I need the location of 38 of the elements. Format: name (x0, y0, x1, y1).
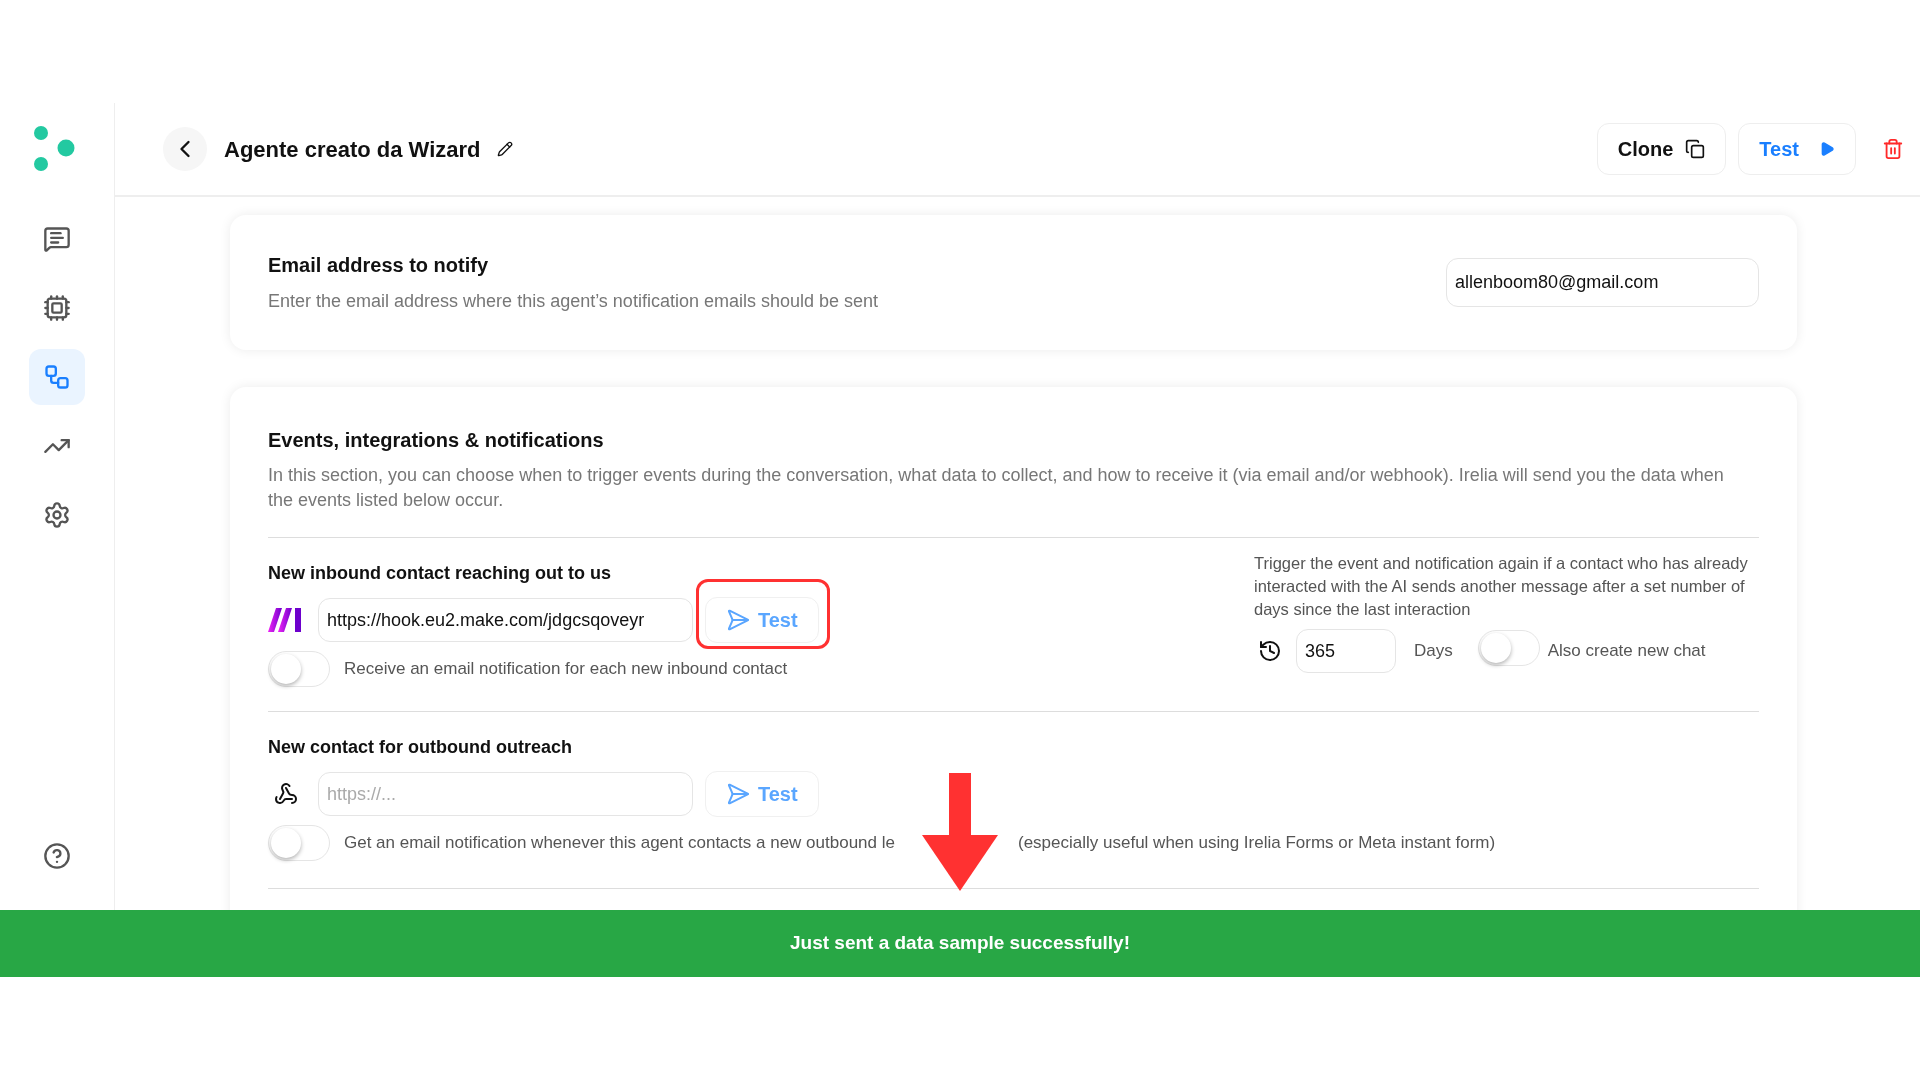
play-icon (1819, 141, 1835, 157)
toggle-label: Also create new chat (1547, 640, 1706, 663)
webhook-icon (274, 782, 298, 806)
make-logo-icon (268, 608, 302, 632)
card-description: In this section, you can choose when to trigger events during the conversation, what data to collect, and how to receive it (via email and/or webhook). Irelia will send you the data when the events listed below occur. (268, 464, 1725, 512)
retrigger-description: Trigger the event and notification again if a contact who has already interacted with the AI sends another message after a set number of days since the last interaction (1254, 553, 1749, 620)
toggle-label: Get an email notification whenever this agent contacts a new outbound le (344, 833, 895, 853)
clock-plus-icon (1258, 639, 1282, 663)
page-title: Agente creato da Wizard (224, 135, 481, 164)
flow-icon (43, 363, 71, 391)
chat-icon (43, 225, 71, 253)
sidebar-item[interactable] (29, 349, 85, 405)
delete-icon[interactable] (1882, 138, 1904, 160)
success-toast: Just sent a data sample successfully! (0, 910, 1920, 977)
clone-button[interactable]: Clone (1596, 123, 1727, 175)
card-description: Enter the email address where this agent’s notification emails should be sent (268, 290, 879, 313)
copy-icon (1685, 139, 1706, 159)
webhook-url-field[interactable]: https://... (318, 772, 693, 816)
test-button[interactable]: Test (1738, 123, 1856, 175)
down-arrow-icon (922, 773, 998, 891)
toggle-switch[interactable] (268, 651, 330, 687)
settings-icon (43, 501, 71, 529)
back-button[interactable] (163, 127, 207, 171)
webhook-url-field[interactable]: https://hook.eu2.make.com/jdgcsqoveyr (318, 598, 693, 642)
card-title: Email address to notify (268, 253, 490, 278)
toggle-switch[interactable] (268, 825, 330, 861)
edit-icon[interactable] (496, 141, 513, 157)
days-field[interactable]: 365 (1296, 629, 1396, 673)
section-title: New contact for outbound outreach (268, 736, 573, 759)
help-icon[interactable] (43, 842, 71, 870)
email-field[interactable]: allenboom80@gmail.com (1446, 258, 1759, 307)
section-title: New inbound contact reaching out to us (268, 562, 612, 585)
toggle-switch[interactable] (1477, 630, 1540, 666)
chip-icon (43, 294, 71, 322)
toggle-label: Receive an email notification for each new inbound contact (344, 659, 788, 679)
days-label: Days (1414, 640, 1453, 663)
card-title: Events, integrations & notifications (268, 428, 605, 453)
toggle-label: (especially useful when using Irelia Forms or Meta instant form) (1018, 832, 1496, 855)
